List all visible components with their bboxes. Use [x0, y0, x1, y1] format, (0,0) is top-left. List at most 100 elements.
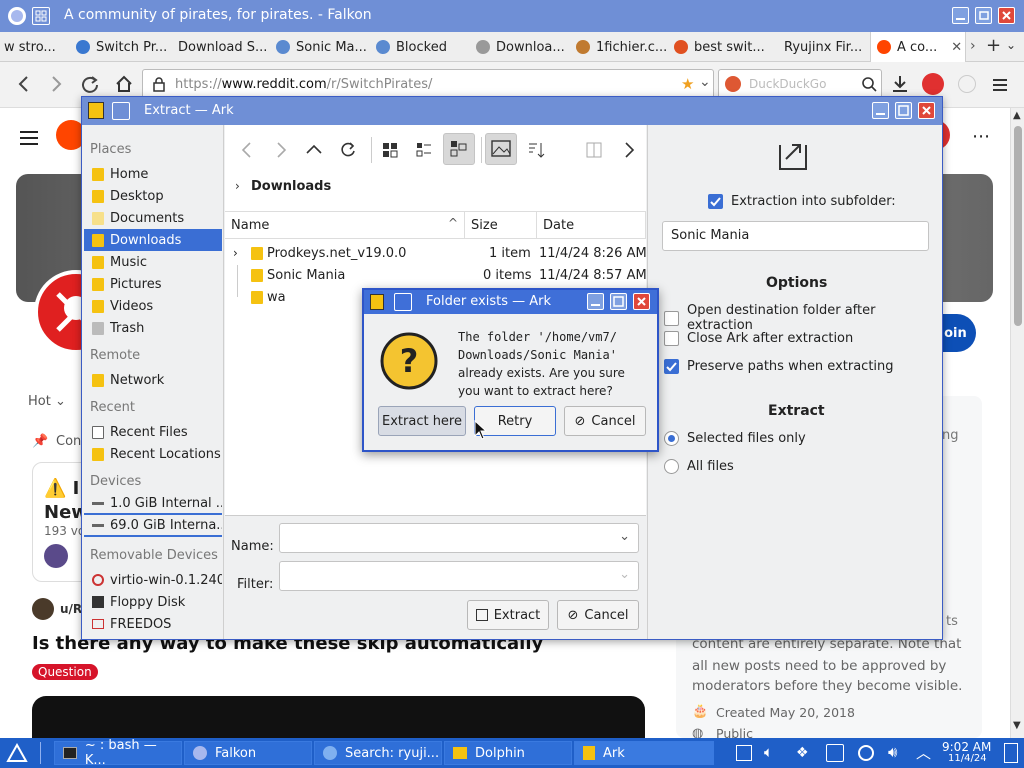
adblock-icon[interactable] [922, 73, 944, 95]
home-icon[interactable] [114, 74, 134, 94]
extract-here-button[interactable]: Extract here [378, 406, 466, 436]
place-home[interactable]: Home [84, 163, 222, 185]
split-view-icon[interactable] [585, 141, 603, 159]
page-scrollbar[interactable]: ▲ ▼ [1010, 108, 1024, 738]
tray-expand-icon[interactable]: ︿ [916, 742, 931, 763]
clock-date[interactable]: 11/4/24 [948, 753, 987, 764]
open-destination-checkbox[interactable] [664, 310, 679, 326]
mode-selected-files[interactable]: Selected files only [664, 431, 806, 446]
details-view-icon[interactable] [443, 133, 475, 165]
mode-all-files[interactable]: All files [664, 459, 734, 474]
more-options-icon[interactable]: ⋯ [972, 126, 990, 147]
place-documents[interactable]: Documents [84, 207, 222, 229]
tray-update-icon[interactable] [858, 745, 874, 761]
device-internal-1[interactable]: 1.0 GiB Internal ... [84, 493, 222, 515]
maximize-button[interactable] [895, 102, 912, 119]
window-menu-icon[interactable] [112, 102, 130, 120]
tab-4[interactable]: Blocked [376, 32, 466, 62]
expand-chevron-icon[interactable]: › [233, 246, 238, 260]
window-menu-icon[interactable] [32, 7, 50, 25]
toolbar-forward-icon[interactable] [273, 141, 289, 159]
device-virtio[interactable]: virtio-win-0.1.240 [84, 569, 222, 591]
menu-icon[interactable] [990, 75, 1010, 95]
subfolder-checkbox-row[interactable]: Extraction into subfolder: [708, 194, 896, 209]
column-date[interactable]: Date [537, 211, 646, 239]
cancel-button[interactable]: ⊘ Cancel [557, 600, 639, 630]
tab-5[interactable]: Downloa... [476, 32, 568, 62]
place-recent-locations[interactable]: Recent Locations [84, 443, 222, 465]
toolbar-back-icon[interactable] [239, 141, 255, 159]
tray-notes-icon[interactable] [736, 745, 752, 761]
file-row[interactable]: Sonic Mania 0 items 11/4/24 8:57 AM [225, 265, 647, 287]
device-internal-2[interactable]: 69.0 GiB Interna... [84, 515, 222, 537]
back-icon[interactable] [14, 74, 34, 94]
maximize-button[interactable] [975, 7, 992, 24]
forward-icon[interactable] [46, 74, 66, 94]
tray-speaker-icon[interactable]: 🔊︎ [888, 743, 897, 761]
subfolder-checkbox[interactable] [708, 194, 723, 209]
extension-icon[interactable] [958, 75, 976, 93]
place-trash[interactable]: Trash [84, 317, 222, 339]
extract-button[interactable]: Extract [467, 600, 549, 630]
tray-dropbox-icon[interactable]: ❖ [796, 745, 809, 761]
url-dropdown-icon[interactable]: ⌄ [699, 74, 711, 90]
all-files-radio[interactable] [664, 459, 679, 474]
place-pictures[interactable]: Pictures [84, 273, 222, 295]
filter-combobox[interactable]: ⌄ [279, 561, 639, 591]
column-name[interactable]: Name ^ [225, 211, 465, 239]
toolbar-more-icon[interactable] [621, 141, 637, 159]
option-close-ark[interactable]: Close Ark after extraction [664, 331, 853, 346]
dialog-cancel-button[interactable]: ⊘ Cancel [564, 406, 646, 436]
post-author-avatar[interactable] [32, 598, 54, 620]
tray-volume-icon[interactable]: 🔈︎ [764, 743, 773, 761]
sort-dropdown[interactable]: Hot ⌄ [28, 394, 66, 409]
breadcrumb[interactable]: Downloads [251, 179, 331, 194]
minimize-button[interactable] [952, 7, 969, 24]
window-menu-icon[interactable] [394, 293, 412, 311]
place-recent-files[interactable]: Recent Files [84, 421, 222, 443]
close-ark-checkbox[interactable] [664, 331, 679, 346]
selected-files-radio[interactable] [664, 431, 679, 446]
preview-icon[interactable] [485, 133, 517, 165]
subfolder-name-field[interactable]: Sonic Mania [662, 221, 929, 251]
taskbar-konsole[interactable]: ~ : bash — K... [54, 738, 182, 768]
hamburger-icon[interactable] [18, 128, 40, 148]
sort-icon[interactable] [527, 141, 545, 159]
bookmark-star-icon[interactable]: ★ [681, 75, 694, 93]
downloads-icon[interactable] [890, 74, 910, 94]
toolbar-reload-icon[interactable] [339, 141, 357, 159]
maximize-button[interactable] [610, 293, 627, 310]
device-floppy[interactable]: Floppy Disk [84, 591, 222, 613]
tab-3[interactable]: Sonic Ma... [276, 32, 366, 62]
search-bar[interactable]: DuckDuckGo [718, 69, 882, 99]
tab-6[interactable]: 1fichier.c... [576, 32, 666, 62]
icons-view-icon[interactable] [381, 141, 399, 159]
device-freedos[interactable]: FREEDOS [84, 613, 222, 635]
taskbar-ark[interactable]: Ark [574, 741, 714, 765]
toolbar-up-icon[interactable] [305, 141, 323, 159]
scroll-down-icon[interactable]: ▼ [1013, 720, 1021, 731]
clock-time[interactable]: 9:02 AM [942, 740, 991, 754]
tab-7[interactable]: best swit... [674, 32, 776, 62]
minimize-button[interactable] [587, 293, 604, 310]
tab-8[interactable]: Ryujinx Fir... [784, 32, 868, 62]
post-media[interactable] [32, 696, 645, 738]
place-downloads[interactable]: Downloads [84, 229, 222, 251]
close-button[interactable] [633, 293, 650, 310]
tray-notifications-icon[interactable] [826, 744, 844, 762]
place-music[interactable]: Music [84, 251, 222, 273]
scroll-thumb[interactable] [1014, 126, 1022, 326]
place-desktop[interactable]: Desktop [84, 185, 222, 207]
place-network[interactable]: Network [84, 369, 222, 391]
option-open-destination[interactable]: Open destination folder after extraction [664, 303, 942, 333]
taskbar-falkon[interactable]: Falkon [184, 741, 312, 765]
file-row[interactable]: › Prodkeys.net_v19.0.0 1 item 11/4/24 8:… [225, 243, 647, 265]
search-icon[interactable] [861, 76, 877, 92]
show-desktop-icon[interactable] [1004, 743, 1018, 763]
tab-0[interactable]: w stro... [4, 32, 68, 62]
post-flair[interactable]: Question [32, 664, 98, 680]
new-tab-icon[interactable]: + [986, 35, 1001, 56]
taskbar-dolphin[interactable]: Dolphin [444, 741, 572, 765]
reload-icon[interactable] [80, 74, 100, 94]
column-size[interactable]: Size [465, 211, 537, 239]
